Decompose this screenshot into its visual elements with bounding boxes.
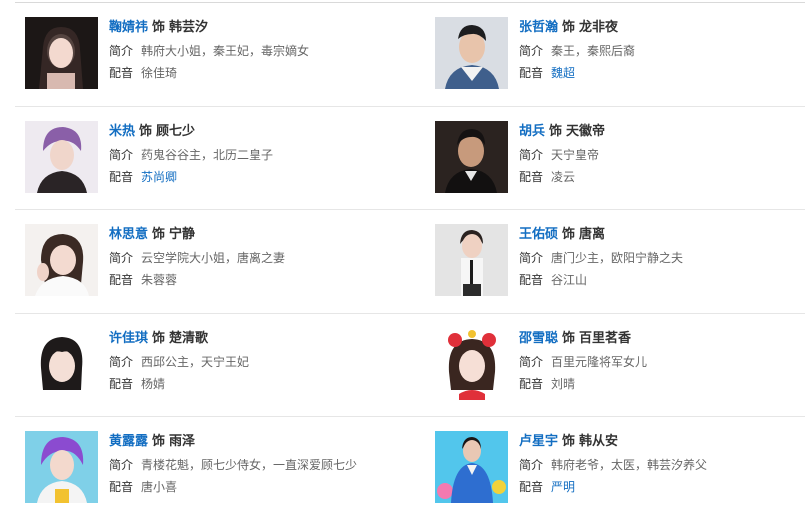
dub-label: 配音 xyxy=(519,273,544,287)
actor-photo[interactable] xyxy=(435,224,508,296)
actor-name-link[interactable]: 黄露露 xyxy=(109,434,148,449)
dub-label: 配音 xyxy=(519,480,544,494)
intro-label: 简介 xyxy=(519,147,544,162)
actor-photo[interactable] xyxy=(25,17,98,89)
voice-actor-link[interactable]: 苏尚卿 xyxy=(141,170,177,184)
role-intro: 秦王，秦熙后裔 xyxy=(551,44,636,58)
dub-label: 配音 xyxy=(109,169,134,184)
intro-label: 简介 xyxy=(109,147,134,162)
cast-card: 王佑硕饰唐离 简介 唐门少主，欧阳宁静之夫 配音 谷江山 xyxy=(435,222,808,297)
actor-name-link[interactable]: 林思意 xyxy=(109,227,148,242)
role-intro: 药鬼谷谷主，北历二皇子 xyxy=(141,147,274,162)
intro-label: 简介 xyxy=(109,251,134,265)
actor-name-link[interactable]: 胡兵 xyxy=(519,124,545,139)
actor-name-link[interactable]: 米热 xyxy=(109,124,135,139)
cast-row: 鞠婧祎饰韩芸汐 简介 韩府大小姐，秦王妃，毒宗嫡女 配音 徐佳琦 张哲瀚饰龙非夜 简… xyxy=(15,3,805,107)
role-name: 百里茗香 xyxy=(579,330,632,346)
role-connector: 饰 xyxy=(152,20,166,35)
role-name: 韩芸汐 xyxy=(169,20,209,35)
role-connector: 饰 xyxy=(562,434,576,449)
voice-actor-link[interactable]: 严明 xyxy=(551,480,575,494)
cast-row: 许佳琪饰楚清歌 简介 西邱公主，天宁王妃 配音 杨婧 邵雪聪饰百里茗香 简介 百里元隆… xyxy=(15,314,808,417)
actor-name-link[interactable]: 邵雪聪 xyxy=(519,331,558,346)
role-intro: 天宁皇帝 xyxy=(551,147,600,162)
role-name: 顾七少 xyxy=(156,123,196,139)
cast-card: 林思意饰宁静 简介 云空学院大小姐，唐离之妻 配音 朱蓉蓉 xyxy=(25,222,405,297)
role-connector: 饰 xyxy=(562,227,576,242)
intro-label: 简介 xyxy=(519,354,544,369)
actor-name-link[interactable]: 许佳琪 xyxy=(109,331,148,346)
cast-card: 许佳琪饰楚清歌 简介 西邱公主，天宁王妃 配音 杨婧 xyxy=(25,326,405,401)
cast-card: 黄露露饰雨泽 简介 青楼花魁，顾七少侍女，一直深爱顾七少 配音 唐小喜 xyxy=(25,429,405,504)
cast-card: 米热饰顾七少 简介 药鬼谷谷主，北历二皇子 配音 苏尚卿 xyxy=(25,119,405,194)
role-connector: 饰 xyxy=(139,123,153,139)
actor-photo[interactable] xyxy=(25,431,98,503)
role-connector: 饰 xyxy=(152,434,166,449)
dub-label: 配音 xyxy=(519,169,544,184)
intro-label: 简介 xyxy=(519,458,544,472)
cast-card: 张哲瀚饰龙非夜 简介 秦王，秦熙后裔 配音 魏超 xyxy=(435,15,808,90)
role-name: 雨泽 xyxy=(169,434,196,449)
role-name: 韩从安 xyxy=(579,434,619,449)
dub-label: 配音 xyxy=(109,376,134,391)
actor-photo[interactable] xyxy=(435,327,508,400)
actor-photo[interactable] xyxy=(25,327,98,400)
role-intro: 西邱公主，天宁王妃 xyxy=(141,354,250,369)
role-connector: 饰 xyxy=(152,227,166,242)
dub-label: 配音 xyxy=(519,66,544,80)
intro-label: 简介 xyxy=(109,354,134,369)
role-intro: 百里元隆将军女儿 xyxy=(551,354,648,369)
actor-photo[interactable] xyxy=(435,17,508,89)
actor-name-link[interactable]: 张哲瀚 xyxy=(519,20,558,35)
dub-label: 配音 xyxy=(109,273,134,287)
voice-actor-link[interactable]: 魏超 xyxy=(551,66,575,80)
actor-name-link[interactable]: 卢星宇 xyxy=(519,434,558,449)
cast-row: 林思意饰宁静 简介 云空学院大小姐，唐离之妻 配音 朱蓉蓉 王佑硕饰唐离 简介 唐门少… xyxy=(15,210,805,314)
cast-row: 黄露露饰雨泽 简介 青楼花魁，顾七少侍女，一直深爱顾七少 配音 唐小喜 卢星宇饰韩从… xyxy=(15,417,805,506)
actor-name-link[interactable]: 王佑硕 xyxy=(519,227,558,242)
intro-label: 简介 xyxy=(519,251,544,265)
role-intro: 唐门少主，欧阳宁静之夫 xyxy=(551,251,684,265)
dub-label: 配音 xyxy=(109,66,134,80)
cast-card: 鞠婧祎饰韩芸汐 简介 韩府大小姐，秦王妃，毒宗嫡女 配音 徐佳琦 xyxy=(25,15,405,90)
role-intro: 韩府大小姐，秦王妃，毒宗嫡女 xyxy=(141,44,310,58)
voice-actor: 徐佳琦 xyxy=(141,66,178,80)
role-name: 龙非夜 xyxy=(579,20,619,35)
role-connector: 饰 xyxy=(549,123,563,139)
actor-name-link[interactable]: 鞠婧祎 xyxy=(109,20,148,35)
voice-actor: 杨婧 xyxy=(141,376,166,391)
cast-list: 鞠婧祎饰韩芸汐 简介 韩府大小姐，秦王妃，毒宗嫡女 配音 徐佳琦 张哲瀚饰龙非夜 简… xyxy=(15,3,805,506)
role-intro: 青楼花魁，顾七少侍女，一直深爱顾七少 xyxy=(141,458,358,472)
role-name: 唐离 xyxy=(579,227,606,242)
cast-card: 胡兵饰天徽帝 简介 天宁皇帝 配音 凌云 xyxy=(435,119,808,194)
actor-photo[interactable] xyxy=(435,120,508,193)
role-name: 天徽帝 xyxy=(566,123,606,139)
actor-photo[interactable] xyxy=(25,120,98,193)
cast-card: 邵雪聪饰百里茗香 简介 百里元隆将军女儿 配音 刘晴 xyxy=(435,326,808,401)
role-intro: 韩府老爷，太医，韩芸汐养父 xyxy=(551,458,708,472)
role-connector: 饰 xyxy=(152,330,166,346)
intro-label: 简介 xyxy=(519,44,544,58)
cast-card: 卢星宇饰韩从安 简介 韩府老爷，太医，韩芸汐养父 配音 严明 xyxy=(435,429,808,504)
intro-label: 简介 xyxy=(109,44,134,58)
cast-row: 米热饰顾七少 简介 药鬼谷谷主，北历二皇子 配音 苏尚卿 胡兵饰天徽帝 简介 天宁皇帝… xyxy=(15,107,808,210)
dub-label: 配音 xyxy=(519,376,544,391)
intro-label: 简介 xyxy=(109,458,134,472)
actor-photo[interactable] xyxy=(25,224,98,296)
actor-photo[interactable] xyxy=(435,431,508,503)
role-connector: 饰 xyxy=(562,330,576,346)
role-connector: 饰 xyxy=(562,20,576,35)
voice-actor: 凌云 xyxy=(551,169,576,184)
voice-actor: 谷江山 xyxy=(551,273,588,287)
voice-actor: 唐小喜 xyxy=(141,480,178,494)
role-name: 楚清歌 xyxy=(169,330,209,346)
role-name: 宁静 xyxy=(169,227,196,242)
voice-actor: 朱蓉蓉 xyxy=(141,273,178,287)
role-intro: 云空学院大小姐，唐离之妻 xyxy=(141,251,286,265)
voice-actor: 刘晴 xyxy=(551,376,576,391)
dub-label: 配音 xyxy=(109,480,134,494)
